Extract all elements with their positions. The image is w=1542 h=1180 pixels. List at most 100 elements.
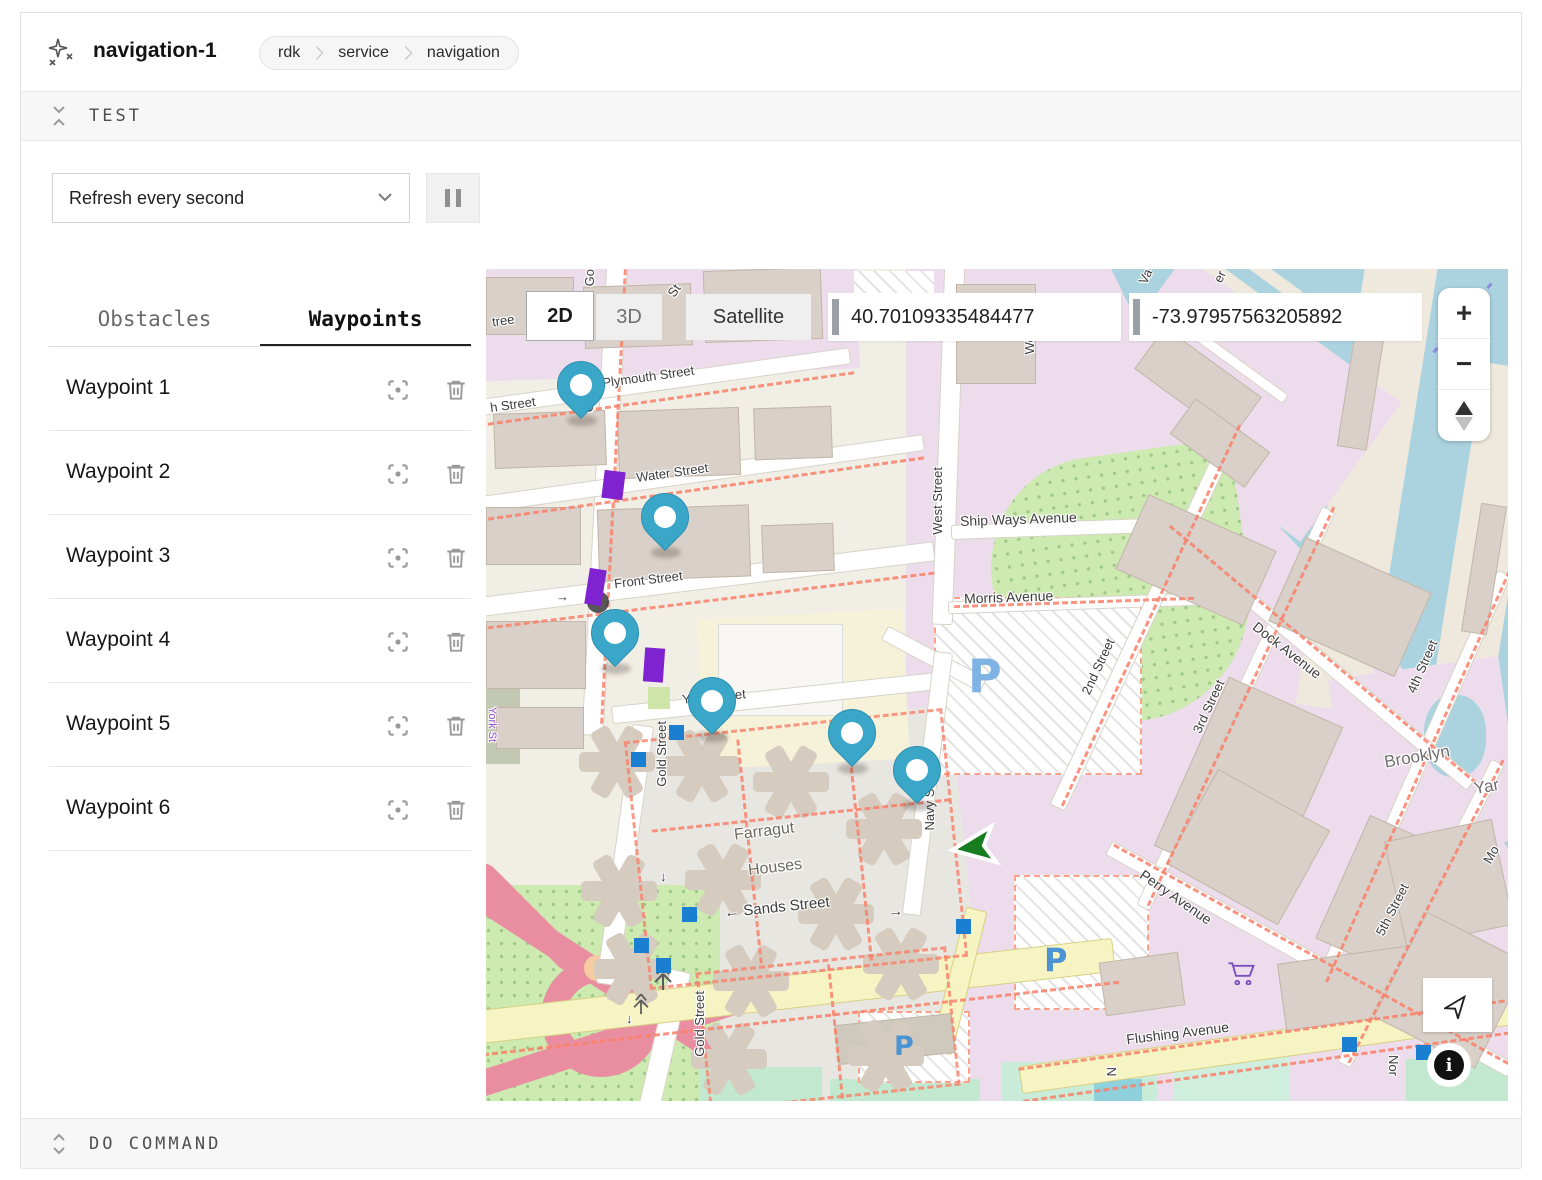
map-node-square <box>956 919 971 934</box>
chevron-down-icon <box>377 192 393 202</box>
waypoint-pin-4[interactable] <box>686 677 738 741</box>
street-label: Nor <box>1386 1055 1401 1076</box>
map-node-square <box>682 907 697 922</box>
satellite-toggle-button[interactable]: Satellite <box>686 294 811 340</box>
breadcrumb-item-service: service <box>338 44 389 62</box>
map-node-square <box>1342 1037 1357 1052</box>
obstacle-box[interactable] <box>643 647 665 682</box>
waypoint-pin-2[interactable] <box>639 493 691 557</box>
map-node-square <box>634 938 649 953</box>
test-section-label: TEST <box>89 106 142 126</box>
focus-waypoint-icon[interactable] <box>385 545 411 571</box>
obstacle-box[interactable] <box>601 470 625 500</box>
longitude-accent-bar <box>1133 299 1140 335</box>
street-label: ↓ <box>626 1011 633 1026</box>
street-label: ↓ <box>660 869 667 884</box>
street-label: York St <box>486 707 498 742</box>
waypoint-list: Waypoint 1 Waypoint 2 Waypoint 3 Waypoint 4… <box>49 347 471 851</box>
waypoint-label: Waypoint 6 <box>66 796 170 820</box>
info-icon: i <box>1434 1050 1464 1080</box>
waypoint-row: Waypoint 2 <box>49 431 471 515</box>
focus-waypoint-icon[interactable] <box>385 377 411 403</box>
street-label: Gold Street <box>692 991 707 1057</box>
do-command-section-header[interactable]: DO COMMAND <box>21 1118 1521 1169</box>
map-mode-3d-button[interactable]: 3D <box>596 294 662 340</box>
longitude-value: -73.97957563205892 <box>1152 306 1342 329</box>
map-mode-2d-button[interactable]: 2D <box>526 291 594 341</box>
waypoint-pin-6[interactable] <box>891 746 943 810</box>
waypoint-pin-1[interactable] <box>555 361 607 425</box>
waypoint-pin-5[interactable] <box>826 709 878 773</box>
pause-icon <box>456 189 461 207</box>
compass-button[interactable] <box>1438 390 1490 441</box>
focus-waypoint-icon[interactable] <box>385 713 411 739</box>
parking-icon: P <box>968 649 1002 703</box>
tab-waypoints[interactable]: Waypoints <box>260 289 471 346</box>
delete-waypoint-icon[interactable] <box>443 713 469 739</box>
breadcrumb-separator-icon <box>308 42 330 64</box>
street-label: → <box>887 902 904 920</box>
parking-icon: P <box>1044 941 1067 979</box>
test-section-header[interactable]: TEST <box>21 91 1521 141</box>
waypoint-row: Waypoint 3 <box>49 515 471 599</box>
longitude-input[interactable]: -73.97957563205892 <box>1129 293 1422 341</box>
zoom-out-button[interactable]: − <box>1438 339 1490 390</box>
refresh-rate-select[interactable]: Refresh every second <box>52 173 410 223</box>
street-label: tree <box>491 312 515 330</box>
compass-north-icon <box>1455 401 1473 415</box>
panel-tabs: Obstacles Waypoints <box>49 289 471 347</box>
map-node-square <box>631 752 646 767</box>
parking-icon: P <box>894 1031 914 1062</box>
delete-waypoint-icon[interactable] <box>443 629 469 655</box>
breadcrumb-separator-icon <box>397 42 419 64</box>
street-label: → <box>556 589 569 604</box>
expand-icon[interactable] <box>51 1131 67 1157</box>
latitude-input[interactable]: 40.70109335484477 <box>828 293 1121 341</box>
latitude-value: 40.70109335484477 <box>851 306 1035 329</box>
map-node-square <box>656 958 671 973</box>
breadcrumb-item-navigation: navigation <box>427 44 500 62</box>
waypoint-pin-3[interactable] <box>589 609 641 673</box>
waypoint-label: Waypoint 2 <box>66 460 170 484</box>
locate-robot-button[interactable] <box>1423 978 1492 1032</box>
street-label: N <box>1104 1067 1119 1076</box>
waypoint-row: Waypoint 5 <box>49 683 471 767</box>
waypoint-row: Waypoint 6 <box>49 767 471 851</box>
refresh-rate-value: Refresh every second <box>69 188 244 209</box>
street-label: Morris Avenue <box>964 587 1054 606</box>
pause-refresh-button[interactable] <box>426 173 480 223</box>
street-label: Go <box>582 269 597 286</box>
waypoint-row: Waypoint 4 <box>49 599 471 683</box>
navigation-card: navigation-1 rdk service navigation TEST… <box>20 12 1522 1168</box>
robot-position-arrow <box>945 818 1004 877</box>
street-label: West Street <box>930 467 945 535</box>
page-title: navigation-1 <box>93 39 217 63</box>
waypoint-label: Waypoint 1 <box>66 376 170 400</box>
do-command-section-label: DO COMMAND <box>89 1134 221 1154</box>
compass-south-icon <box>1455 417 1473 431</box>
delete-waypoint-icon[interactable] <box>443 377 469 403</box>
delete-waypoint-icon[interactable] <box>443 545 469 571</box>
focus-waypoint-icon[interactable] <box>385 797 411 823</box>
map-zoom-control: + − <box>1438 288 1490 441</box>
tab-obstacles[interactable]: Obstacles <box>49 289 260 346</box>
waypoint-label: Waypoint 4 <box>66 628 170 652</box>
navigation-arrow-icon <box>1444 991 1472 1019</box>
focus-waypoint-icon[interactable] <box>385 629 411 655</box>
focus-waypoint-icon[interactable] <box>385 461 411 487</box>
map-attribution-button[interactable]: i <box>1427 1043 1471 1087</box>
map-node-square <box>669 725 684 740</box>
waypoint-row: Waypoint 1 <box>49 347 471 431</box>
waypoints-panel: Obstacles Waypoints Waypoint 1 Waypoint 2… <box>49 289 471 851</box>
map-canvas[interactable]: treeh StreetPlymouth StreetGoGold StStWa… <box>486 269 1508 1101</box>
card-header: navigation-1 rdk service navigation <box>21 13 1521 91</box>
pause-icon <box>445 189 450 207</box>
waypoint-label: Waypoint 3 <box>66 544 170 568</box>
navigation-service-icon <box>45 37 75 67</box>
waypoint-label: Waypoint 5 <box>66 712 170 736</box>
zoom-in-button[interactable]: + <box>1438 288 1490 339</box>
breadcrumb-item-rdk: rdk <box>278 44 300 62</box>
delete-waypoint-icon[interactable] <box>443 797 469 823</box>
collapse-icon[interactable] <box>51 103 67 129</box>
delete-waypoint-icon[interactable] <box>443 461 469 487</box>
